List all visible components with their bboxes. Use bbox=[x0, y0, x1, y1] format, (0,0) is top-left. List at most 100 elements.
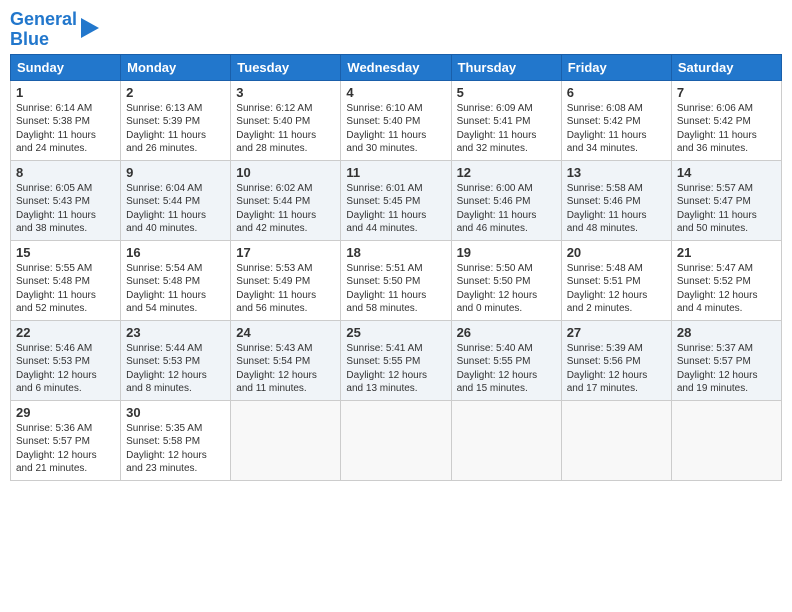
calendar-cell: 1 Sunrise: 6:14 AMSunset: 5:38 PMDayligh… bbox=[11, 80, 121, 160]
day-number: 25 bbox=[346, 325, 445, 340]
day-number: 27 bbox=[567, 325, 666, 340]
calendar-cell: 3 Sunrise: 6:12 AMSunset: 5:40 PMDayligh… bbox=[231, 80, 341, 160]
calendar-header: SundayMondayTuesdayWednesdayThursdayFrid… bbox=[11, 54, 782, 80]
day-info: Sunrise: 6:05 AMSunset: 5:43 PMDaylight:… bbox=[16, 182, 115, 236]
calendar-cell: 12 Sunrise: 6:00 AMSunset: 5:46 PMDaylig… bbox=[451, 160, 561, 240]
day-info: Sunrise: 6:14 AMSunset: 5:38 PMDaylight:… bbox=[16, 102, 115, 156]
calendar-week-1: 1 Sunrise: 6:14 AMSunset: 5:38 PMDayligh… bbox=[11, 80, 782, 160]
day-number: 8 bbox=[16, 165, 115, 180]
calendar-cell bbox=[451, 400, 561, 480]
day-number: 21 bbox=[677, 245, 776, 260]
calendar-cell: 28 Sunrise: 5:37 AMSunset: 5:57 PMDaylig… bbox=[671, 320, 781, 400]
day-number: 4 bbox=[346, 85, 445, 100]
calendar-cell: 19 Sunrise: 5:50 AMSunset: 5:50 PMDaylig… bbox=[451, 240, 561, 320]
day-info: Sunrise: 5:55 AMSunset: 5:48 PMDaylight:… bbox=[16, 262, 115, 316]
calendar-cell: 27 Sunrise: 5:39 AMSunset: 5:56 PMDaylig… bbox=[561, 320, 671, 400]
day-info: Sunrise: 5:39 AMSunset: 5:56 PMDaylight:… bbox=[567, 342, 666, 396]
calendar-cell: 4 Sunrise: 6:10 AMSunset: 5:40 PMDayligh… bbox=[341, 80, 451, 160]
day-number: 10 bbox=[236, 165, 335, 180]
day-number: 13 bbox=[567, 165, 666, 180]
calendar-cell: 30 Sunrise: 5:35 AMSunset: 5:58 PMDaylig… bbox=[121, 400, 231, 480]
calendar-cell: 24 Sunrise: 5:43 AMSunset: 5:54 PMDaylig… bbox=[231, 320, 341, 400]
day-number: 17 bbox=[236, 245, 335, 260]
calendar-cell: 11 Sunrise: 6:01 AMSunset: 5:45 PMDaylig… bbox=[341, 160, 451, 240]
calendar-cell: 7 Sunrise: 6:06 AMSunset: 5:42 PMDayligh… bbox=[671, 80, 781, 160]
calendar-table: SundayMondayTuesdayWednesdayThursdayFrid… bbox=[10, 54, 782, 481]
calendar-cell: 13 Sunrise: 5:58 AMSunset: 5:46 PMDaylig… bbox=[561, 160, 671, 240]
day-info: Sunrise: 6:10 AMSunset: 5:40 PMDaylight:… bbox=[346, 102, 445, 156]
calendar-cell: 8 Sunrise: 6:05 AMSunset: 5:43 PMDayligh… bbox=[11, 160, 121, 240]
day-number: 6 bbox=[567, 85, 666, 100]
calendar-cell bbox=[341, 400, 451, 480]
day-number: 5 bbox=[457, 85, 556, 100]
calendar-cell: 6 Sunrise: 6:08 AMSunset: 5:42 PMDayligh… bbox=[561, 80, 671, 160]
header-cell-sunday: Sunday bbox=[11, 54, 121, 80]
logo: General Blue bbox=[10, 10, 99, 50]
day-number: 29 bbox=[16, 405, 115, 420]
day-info: Sunrise: 5:57 AMSunset: 5:47 PMDaylight:… bbox=[677, 182, 776, 236]
day-info: Sunrise: 5:47 AMSunset: 5:52 PMDaylight:… bbox=[677, 262, 776, 316]
day-number: 22 bbox=[16, 325, 115, 340]
day-number: 11 bbox=[346, 165, 445, 180]
day-info: Sunrise: 5:50 AMSunset: 5:50 PMDaylight:… bbox=[457, 262, 556, 316]
day-info: Sunrise: 6:12 AMSunset: 5:40 PMDaylight:… bbox=[236, 102, 335, 156]
calendar-cell: 2 Sunrise: 6:13 AMSunset: 5:39 PMDayligh… bbox=[121, 80, 231, 160]
calendar-week-4: 22 Sunrise: 5:46 AMSunset: 5:53 PMDaylig… bbox=[11, 320, 782, 400]
header-cell-friday: Friday bbox=[561, 54, 671, 80]
day-info: Sunrise: 5:35 AMSunset: 5:58 PMDaylight:… bbox=[126, 422, 225, 476]
calendar-cell: 16 Sunrise: 5:54 AMSunset: 5:48 PMDaylig… bbox=[121, 240, 231, 320]
day-number: 23 bbox=[126, 325, 225, 340]
day-number: 16 bbox=[126, 245, 225, 260]
day-info: Sunrise: 5:54 AMSunset: 5:48 PMDaylight:… bbox=[126, 262, 225, 316]
day-number: 9 bbox=[126, 165, 225, 180]
header-cell-saturday: Saturday bbox=[671, 54, 781, 80]
day-number: 14 bbox=[677, 165, 776, 180]
calendar-cell: 17 Sunrise: 5:53 AMSunset: 5:49 PMDaylig… bbox=[231, 240, 341, 320]
day-number: 15 bbox=[16, 245, 115, 260]
calendar-cell: 10 Sunrise: 6:02 AMSunset: 5:44 PMDaylig… bbox=[231, 160, 341, 240]
calendar-body: 1 Sunrise: 6:14 AMSunset: 5:38 PMDayligh… bbox=[11, 80, 782, 480]
day-info: Sunrise: 6:06 AMSunset: 5:42 PMDaylight:… bbox=[677, 102, 776, 156]
logo-arrow-icon bbox=[81, 18, 99, 38]
calendar-week-5: 29 Sunrise: 5:36 AMSunset: 5:57 PMDaylig… bbox=[11, 400, 782, 480]
calendar-cell: 18 Sunrise: 5:51 AMSunset: 5:50 PMDaylig… bbox=[341, 240, 451, 320]
day-info: Sunrise: 6:04 AMSunset: 5:44 PMDaylight:… bbox=[126, 182, 225, 236]
day-info: Sunrise: 6:09 AMSunset: 5:41 PMDaylight:… bbox=[457, 102, 556, 156]
day-info: Sunrise: 6:01 AMSunset: 5:45 PMDaylight:… bbox=[346, 182, 445, 236]
day-info: Sunrise: 6:00 AMSunset: 5:46 PMDaylight:… bbox=[457, 182, 556, 236]
calendar-week-3: 15 Sunrise: 5:55 AMSunset: 5:48 PMDaylig… bbox=[11, 240, 782, 320]
calendar-cell: 23 Sunrise: 5:44 AMSunset: 5:53 PMDaylig… bbox=[121, 320, 231, 400]
day-info: Sunrise: 5:43 AMSunset: 5:54 PMDaylight:… bbox=[236, 342, 335, 396]
day-number: 7 bbox=[677, 85, 776, 100]
calendar-cell bbox=[561, 400, 671, 480]
calendar-cell: 26 Sunrise: 5:40 AMSunset: 5:55 PMDaylig… bbox=[451, 320, 561, 400]
calendar-cell: 21 Sunrise: 5:47 AMSunset: 5:52 PMDaylig… bbox=[671, 240, 781, 320]
day-number: 20 bbox=[567, 245, 666, 260]
day-info: Sunrise: 5:40 AMSunset: 5:55 PMDaylight:… bbox=[457, 342, 556, 396]
day-number: 19 bbox=[457, 245, 556, 260]
calendar-cell: 29 Sunrise: 5:36 AMSunset: 5:57 PMDaylig… bbox=[11, 400, 121, 480]
logo-blue: Blue bbox=[10, 29, 49, 49]
day-info: Sunrise: 6:02 AMSunset: 5:44 PMDaylight:… bbox=[236, 182, 335, 236]
calendar-cell: 9 Sunrise: 6:04 AMSunset: 5:44 PMDayligh… bbox=[121, 160, 231, 240]
calendar-cell: 25 Sunrise: 5:41 AMSunset: 5:55 PMDaylig… bbox=[341, 320, 451, 400]
day-number: 1 bbox=[16, 85, 115, 100]
header-row: SundayMondayTuesdayWednesdayThursdayFrid… bbox=[11, 54, 782, 80]
day-info: Sunrise: 5:58 AMSunset: 5:46 PMDaylight:… bbox=[567, 182, 666, 236]
day-number: 28 bbox=[677, 325, 776, 340]
calendar-cell bbox=[231, 400, 341, 480]
day-info: Sunrise: 5:44 AMSunset: 5:53 PMDaylight:… bbox=[126, 342, 225, 396]
day-number: 26 bbox=[457, 325, 556, 340]
day-info: Sunrise: 5:36 AMSunset: 5:57 PMDaylight:… bbox=[16, 422, 115, 476]
calendar-cell: 22 Sunrise: 5:46 AMSunset: 5:53 PMDaylig… bbox=[11, 320, 121, 400]
header-cell-wednesday: Wednesday bbox=[341, 54, 451, 80]
day-number: 24 bbox=[236, 325, 335, 340]
calendar-cell bbox=[671, 400, 781, 480]
day-number: 18 bbox=[346, 245, 445, 260]
logo-general: General bbox=[10, 9, 77, 29]
day-number: 2 bbox=[126, 85, 225, 100]
calendar-week-2: 8 Sunrise: 6:05 AMSunset: 5:43 PMDayligh… bbox=[11, 160, 782, 240]
day-info: Sunrise: 6:13 AMSunset: 5:39 PMDaylight:… bbox=[126, 102, 225, 156]
page-header: General Blue bbox=[10, 10, 782, 50]
day-number: 30 bbox=[126, 405, 225, 420]
